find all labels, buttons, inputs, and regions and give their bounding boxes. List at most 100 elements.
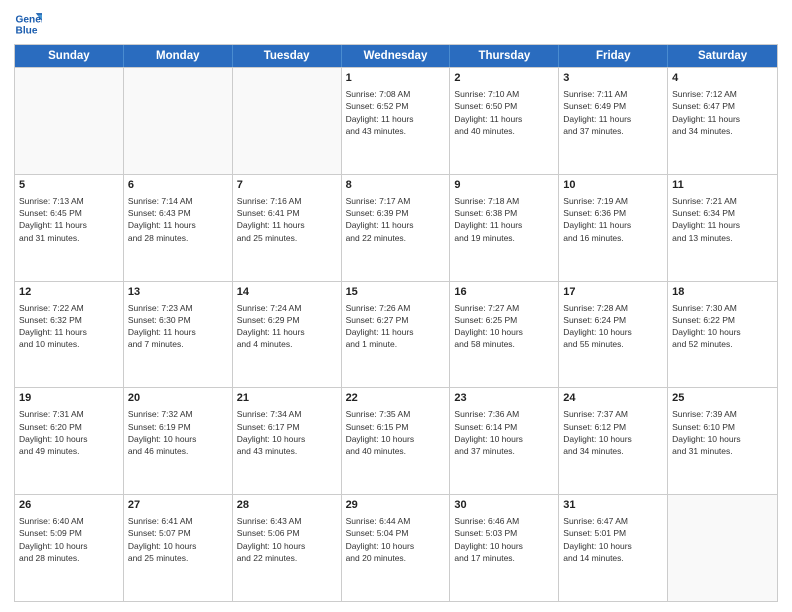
cell-info-text: Sunrise: 7:23 AM Sunset: 6:30 PM Dayligh… [128,302,228,351]
calendar-cell: 27Sunrise: 6:41 AM Sunset: 5:07 PM Dayli… [124,495,233,601]
calendar-cell: 12Sunrise: 7:22 AM Sunset: 6:32 PM Dayli… [15,282,124,388]
calendar-cell: 30Sunrise: 6:46 AM Sunset: 5:03 PM Dayli… [450,495,559,601]
cell-date-number: 20 [128,391,228,407]
calendar-cell: 16Sunrise: 7:27 AM Sunset: 6:25 PM Dayli… [450,282,559,388]
calendar-cell: 25Sunrise: 7:39 AM Sunset: 6:10 PM Dayli… [668,388,777,494]
cell-info-text: Sunrise: 7:16 AM Sunset: 6:41 PM Dayligh… [237,195,337,244]
calendar-cell: 3Sunrise: 7:11 AM Sunset: 6:49 PM Daylig… [559,68,668,174]
calendar-cell: 6Sunrise: 7:14 AM Sunset: 6:43 PM Daylig… [124,175,233,281]
cell-info-text: Sunrise: 7:30 AM Sunset: 6:22 PM Dayligh… [672,302,773,351]
cell-info-text: Sunrise: 7:28 AM Sunset: 6:24 PM Dayligh… [563,302,663,351]
cell-date-number: 29 [346,498,446,514]
calendar-week-3: 12Sunrise: 7:22 AM Sunset: 6:32 PM Dayli… [15,281,777,388]
cell-date-number: 16 [454,285,554,301]
cell-date-number: 31 [563,498,663,514]
svg-text:General: General [16,14,42,25]
calendar-cell [233,68,342,174]
cell-date-number: 30 [454,498,554,514]
cell-date-number: 27 [128,498,228,514]
cell-info-text: Sunrise: 7:18 AM Sunset: 6:38 PM Dayligh… [454,195,554,244]
cell-info-text: Sunrise: 7:21 AM Sunset: 6:34 PM Dayligh… [672,195,773,244]
calendar-cell: 1Sunrise: 7:08 AM Sunset: 6:52 PM Daylig… [342,68,451,174]
page-header: General Blue [14,10,778,38]
cell-info-text: Sunrise: 6:43 AM Sunset: 5:06 PM Dayligh… [237,515,337,564]
cell-date-number: 28 [237,498,337,514]
calendar-cell: 4Sunrise: 7:12 AM Sunset: 6:47 PM Daylig… [668,68,777,174]
cell-info-text: Sunrise: 6:44 AM Sunset: 5:04 PM Dayligh… [346,515,446,564]
cell-info-text: Sunrise: 7:10 AM Sunset: 6:50 PM Dayligh… [454,88,554,137]
calendar-cell: 7Sunrise: 7:16 AM Sunset: 6:41 PM Daylig… [233,175,342,281]
calendar-week-2: 5Sunrise: 7:13 AM Sunset: 6:45 PM Daylig… [15,174,777,281]
calendar-cell: 26Sunrise: 6:40 AM Sunset: 5:09 PM Dayli… [15,495,124,601]
cell-info-text: Sunrise: 7:12 AM Sunset: 6:47 PM Dayligh… [672,88,773,137]
cell-info-text: Sunrise: 7:14 AM Sunset: 6:43 PM Dayligh… [128,195,228,244]
header-day-wednesday: Wednesday [342,45,451,67]
calendar-cell: 8Sunrise: 7:17 AM Sunset: 6:39 PM Daylig… [342,175,451,281]
calendar-cell: 11Sunrise: 7:21 AM Sunset: 6:34 PM Dayli… [668,175,777,281]
calendar-cell [668,495,777,601]
calendar-cell: 22Sunrise: 7:35 AM Sunset: 6:15 PM Dayli… [342,388,451,494]
cell-date-number: 10 [563,178,663,194]
cell-date-number: 6 [128,178,228,194]
cell-info-text: Sunrise: 7:17 AM Sunset: 6:39 PM Dayligh… [346,195,446,244]
logo-icon: General Blue [14,10,42,38]
calendar-cell: 10Sunrise: 7:19 AM Sunset: 6:36 PM Dayli… [559,175,668,281]
cell-date-number: 4 [672,71,773,87]
calendar-cell: 23Sunrise: 7:36 AM Sunset: 6:14 PM Dayli… [450,388,559,494]
cell-date-number: 22 [346,391,446,407]
calendar-cell: 19Sunrise: 7:31 AM Sunset: 6:20 PM Dayli… [15,388,124,494]
calendar-cell: 20Sunrise: 7:32 AM Sunset: 6:19 PM Dayli… [124,388,233,494]
calendar-body: 1Sunrise: 7:08 AM Sunset: 6:52 PM Daylig… [15,67,777,601]
cell-info-text: Sunrise: 6:47 AM Sunset: 5:01 PM Dayligh… [563,515,663,564]
cell-info-text: Sunrise: 6:46 AM Sunset: 5:03 PM Dayligh… [454,515,554,564]
cell-date-number: 1 [346,71,446,87]
calendar: SundayMondayTuesdayWednesdayThursdayFrid… [14,44,778,602]
cell-date-number: 2 [454,71,554,87]
calendar-cell [15,68,124,174]
calendar-header-row: SundayMondayTuesdayWednesdayThursdayFrid… [15,45,777,67]
calendar-cell: 18Sunrise: 7:30 AM Sunset: 6:22 PM Dayli… [668,282,777,388]
calendar-cell: 14Sunrise: 7:24 AM Sunset: 6:29 PM Dayli… [233,282,342,388]
calendar-cell: 29Sunrise: 6:44 AM Sunset: 5:04 PM Dayli… [342,495,451,601]
cell-date-number: 3 [563,71,663,87]
cell-info-text: Sunrise: 6:41 AM Sunset: 5:07 PM Dayligh… [128,515,228,564]
cell-date-number: 5 [19,178,119,194]
cell-info-text: Sunrise: 7:39 AM Sunset: 6:10 PM Dayligh… [672,408,773,457]
calendar-cell: 13Sunrise: 7:23 AM Sunset: 6:30 PM Dayli… [124,282,233,388]
cell-info-text: Sunrise: 7:08 AM Sunset: 6:52 PM Dayligh… [346,88,446,137]
cell-date-number: 13 [128,285,228,301]
calendar-cell: 28Sunrise: 6:43 AM Sunset: 5:06 PM Dayli… [233,495,342,601]
cell-date-number: 12 [19,285,119,301]
header-day-sunday: Sunday [15,45,124,67]
calendar-cell: 9Sunrise: 7:18 AM Sunset: 6:38 PM Daylig… [450,175,559,281]
calendar-cell: 21Sunrise: 7:34 AM Sunset: 6:17 PM Dayli… [233,388,342,494]
cell-date-number: 24 [563,391,663,407]
calendar-cell [124,68,233,174]
calendar-week-1: 1Sunrise: 7:08 AM Sunset: 6:52 PM Daylig… [15,67,777,174]
header-day-saturday: Saturday [668,45,777,67]
cell-info-text: Sunrise: 7:31 AM Sunset: 6:20 PM Dayligh… [19,408,119,457]
cell-date-number: 11 [672,178,773,194]
calendar-cell: 17Sunrise: 7:28 AM Sunset: 6:24 PM Dayli… [559,282,668,388]
cell-info-text: Sunrise: 7:19 AM Sunset: 6:36 PM Dayligh… [563,195,663,244]
cell-info-text: Sunrise: 7:26 AM Sunset: 6:27 PM Dayligh… [346,302,446,351]
cell-date-number: 17 [563,285,663,301]
calendar-cell: 5Sunrise: 7:13 AM Sunset: 6:45 PM Daylig… [15,175,124,281]
cell-info-text: Sunrise: 7:35 AM Sunset: 6:15 PM Dayligh… [346,408,446,457]
cell-date-number: 19 [19,391,119,407]
cell-date-number: 23 [454,391,554,407]
cell-info-text: Sunrise: 7:13 AM Sunset: 6:45 PM Dayligh… [19,195,119,244]
header-day-friday: Friday [559,45,668,67]
cell-info-text: Sunrise: 7:37 AM Sunset: 6:12 PM Dayligh… [563,408,663,457]
logo: General Blue [14,10,42,38]
calendar-cell: 15Sunrise: 7:26 AM Sunset: 6:27 PM Dayli… [342,282,451,388]
cell-date-number: 25 [672,391,773,407]
header-day-monday: Monday [124,45,233,67]
cell-info-text: Sunrise: 6:40 AM Sunset: 5:09 PM Dayligh… [19,515,119,564]
cell-date-number: 8 [346,178,446,194]
cell-date-number: 15 [346,285,446,301]
cell-date-number: 7 [237,178,337,194]
cell-date-number: 26 [19,498,119,514]
cell-info-text: Sunrise: 7:36 AM Sunset: 6:14 PM Dayligh… [454,408,554,457]
header-day-thursday: Thursday [450,45,559,67]
